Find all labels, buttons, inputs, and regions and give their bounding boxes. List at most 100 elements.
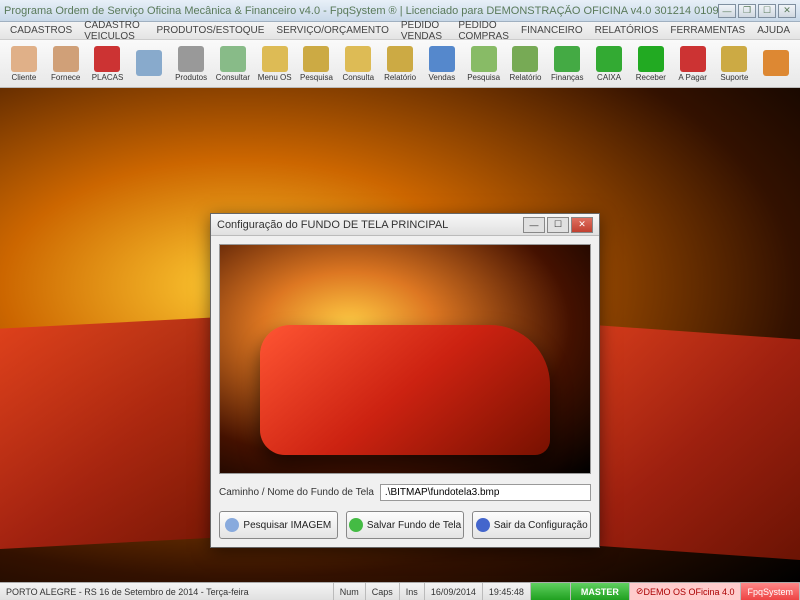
dialog-button-row: Pesquisar IMAGEM Salvar Fundo de Tela Sa… (219, 511, 591, 539)
status-date: 16/09/2014 (425, 583, 483, 600)
status-ins: Ins (400, 583, 425, 600)
save-wallpaper-label: Salvar Fundo de Tela (367, 520, 461, 531)
restore-button[interactable]: ❐ (738, 4, 756, 18)
toolbar-icon (345, 46, 371, 72)
toolbar-icon (94, 46, 120, 72)
dialog-maximize-button[interactable]: ☐ (547, 217, 569, 233)
toolbar-icon (53, 46, 79, 72)
toolbar-item[interactable] (129, 42, 169, 86)
toolbar-relat-rio[interactable]: Relatório (380, 42, 420, 86)
wallpaper-config-dialog: Configuração do FUNDO DE TELA PRINCIPAL … (210, 213, 600, 548)
toolbar-icon (387, 46, 413, 72)
toolbar-label: Produtos (175, 73, 207, 82)
toolbar-icon (554, 46, 580, 72)
toolbar-caixa[interactable]: CAIXA (589, 42, 629, 86)
search-image-button[interactable]: Pesquisar IMAGEM (219, 511, 338, 539)
toolbar-label: Finanças (551, 73, 583, 82)
toolbar-a-pagar[interactable]: A Pagar (673, 42, 713, 86)
toolbar-icon (262, 46, 288, 72)
toolbar-label: Fornece (51, 73, 80, 82)
toolbar-item[interactable] (756, 42, 796, 86)
toolbar-pesquisa[interactable]: Pesquisa (464, 42, 504, 86)
toolbar-icon (471, 46, 497, 72)
exit-icon (476, 518, 490, 532)
dialog-minimize-button[interactable]: — (523, 217, 545, 233)
menu-cadastro-veiculos[interactable]: CADASTRO VEICULOS (78, 20, 150, 42)
status-indicator (531, 583, 571, 600)
toolbar-label: Relatório (384, 73, 416, 82)
maximize-button[interactable]: ☐ (758, 4, 776, 18)
menu-servi-o-or-amento[interactable]: SERVIÇO/ORÇAMENTO (270, 25, 394, 36)
toolbar-icon (429, 46, 455, 72)
menu-produtos-estoque[interactable]: PRODUTOS/ESTOQUE (150, 25, 270, 36)
statusbar: PORTO ALEGRE - RS 16 de Setembro de 2014… (0, 582, 800, 600)
toolbar-icon (220, 46, 246, 72)
toolbar-menu-os[interactable]: Menu OS (255, 42, 295, 86)
toolbar-label: Cliente (11, 73, 36, 82)
preview-car-image (260, 325, 550, 455)
check-icon (349, 518, 363, 532)
menu-cadastros[interactable]: CADASTROS (4, 25, 78, 36)
toolbar-icon (763, 50, 789, 76)
menu-ferramentas[interactable]: FERRAMENTAS (664, 25, 751, 36)
toolbar-label: Relatório (509, 73, 541, 82)
toolbar-label: Consulta (342, 73, 374, 82)
menu-pedido-vendas[interactable]: PEDIDO VENDAS (395, 20, 452, 42)
toolbar-cliente[interactable]: Cliente (4, 42, 44, 86)
toolbar-label: Vendas (429, 73, 456, 82)
toolbar-fornece[interactable]: Fornece (46, 42, 86, 86)
toolbar-label: Pesquisa (300, 73, 333, 82)
status-time: 19:45:48 (483, 583, 531, 600)
menu-relat-rios[interactable]: RELATÓRIOS (589, 25, 665, 36)
toolbar-icon (638, 46, 664, 72)
status-user: MASTER (571, 583, 630, 600)
status-num: Num (334, 583, 366, 600)
toolbar-produtos[interactable]: Produtos (171, 42, 211, 86)
close-button[interactable]: ✕ (778, 4, 796, 18)
wallpaper-preview (219, 244, 591, 474)
toolbar-icon (303, 46, 329, 72)
toolbar-pesquisa[interactable]: Pesquisa (297, 42, 337, 86)
exit-config-button[interactable]: Sair da Configuração (472, 511, 591, 539)
menu-pedido-compras[interactable]: PEDIDO COMPRAS (452, 20, 515, 42)
toolbar-icon (178, 46, 204, 72)
menu-ajuda[interactable]: AJUDA (751, 25, 796, 36)
menubar: CADASTROSCADASTRO VEICULOSPRODUTOS/ESTOQ… (0, 22, 800, 40)
status-brand[interactable]: FpqSystem (741, 583, 800, 600)
minimize-button[interactable]: — (718, 4, 736, 18)
toolbar-finan-as[interactable]: Finanças (547, 42, 587, 86)
path-field-row: Caminho / Nome do Fundo de Tela (219, 484, 591, 501)
toolbar-suporte[interactable]: Suporte (715, 42, 755, 86)
toolbar-icon (721, 46, 747, 72)
dialog-close-button[interactable]: ✕ (571, 217, 593, 233)
toolbar-vendas[interactable]: Vendas (422, 42, 462, 86)
status-demo-text: DEMO OS OFicina 4.0 (643, 587, 734, 597)
save-wallpaper-button[interactable]: Salvar Fundo de Tela (346, 511, 465, 539)
toolbar-label: CAIXA (597, 73, 621, 82)
search-image-label: Pesquisar IMAGEM (243, 520, 331, 531)
menu-financeiro[interactable]: FINANCEIRO (515, 25, 589, 36)
window-title: Programa Ordem de Serviço Oficina Mecâni… (4, 5, 718, 17)
toolbar-label: Receber (636, 73, 666, 82)
toolbar-icon (11, 46, 37, 72)
toolbar-placas[interactable]: PLACAS (88, 42, 128, 86)
toolbar-icon (512, 46, 538, 72)
path-input[interactable] (380, 484, 591, 501)
toolbar-receber[interactable]: Receber (631, 42, 671, 86)
toolbar-icon (680, 46, 706, 72)
toolbar-consultar[interactable]: Consultar (213, 42, 253, 86)
workspace-background: Configuração do FUNDO DE TELA PRINCIPAL … (0, 88, 800, 582)
toolbar-consulta[interactable]: Consulta (338, 42, 378, 86)
dialog-titlebar: Configuração do FUNDO DE TELA PRINCIPAL … (211, 214, 599, 236)
magnifier-icon (225, 518, 239, 532)
window-controls: — ❐ ☐ ✕ (718, 4, 796, 18)
status-location: PORTO ALEGRE - RS 16 de Setembro de 2014… (0, 583, 334, 600)
exit-config-label: Sair da Configuração (494, 520, 588, 531)
toolbar-relat-rio[interactable]: Relatório (506, 42, 546, 86)
toolbar-label: Suporte (720, 73, 748, 82)
toolbar-icon (136, 50, 162, 76)
dialog-title: Configuração do FUNDO DE TELA PRINCIPAL (217, 219, 523, 231)
toolbar-label: A Pagar (678, 73, 706, 82)
toolbar-label: Consultar (216, 73, 250, 82)
toolbar-icon (596, 46, 622, 72)
